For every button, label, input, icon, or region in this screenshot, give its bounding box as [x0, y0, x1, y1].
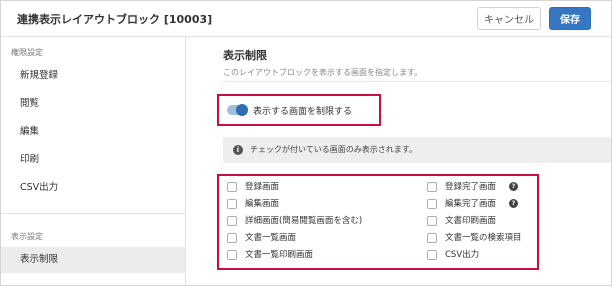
toggle-knob: [236, 104, 248, 116]
checkbox-box[interactable]: [227, 199, 237, 209]
info-banner: i チェックが付いている画面のみ表示されます。: [223, 137, 611, 163]
sidebar-item-new-registration[interactable]: 新規登録: [1, 63, 185, 89]
info-icon: i: [233, 145, 243, 155]
checkbox-label: 登録画面: [245, 182, 280, 192]
sidebar-item-view[interactable]: 閲覧: [1, 91, 185, 117]
checkbox-label: 文書印刷画面: [445, 216, 497, 226]
main-content: 表示制限 このレイアウトブロックを表示する画面を指定します。 表示する画面を制限…: [187, 37, 611, 285]
checkbox-registration-screen[interactable]: 登録画面: [227, 181, 377, 195]
info-message: チェックが付いている画面のみ表示されます。: [250, 145, 417, 154]
checkbox-box[interactable]: [227, 233, 237, 243]
checkbox-document-list-search-items[interactable]: 文書一覧の検索項目: [427, 232, 535, 246]
checkbox-csv-export[interactable]: CSV出力: [427, 249, 535, 263]
checkbox-edit-screen[interactable]: 編集画面: [227, 198, 377, 212]
checkbox-box[interactable]: [427, 250, 437, 260]
checkbox-label: 編集完了画面: [445, 199, 497, 209]
section-description: このレイアウトブロックを表示する画面を指定します。: [223, 68, 423, 77]
checkbox-box[interactable]: [427, 199, 437, 209]
checkbox-label: 詳細画面(簡易閲覧画面を含む): [245, 216, 363, 226]
checkbox-label: 文書一覧画面: [245, 233, 297, 243]
sidebar-item-display-restriction[interactable]: 表示制限: [1, 247, 185, 273]
checkbox-detail-screen[interactable]: 詳細画面(簡易閲覧画面を含む): [227, 215, 377, 229]
help-icon[interactable]: ?: [509, 199, 518, 208]
sidebar-item-csv-export[interactable]: CSV出力: [1, 175, 185, 201]
checkbox-box[interactable]: [427, 233, 437, 243]
checkbox-document-print-screen[interactable]: 文書印刷画面: [427, 215, 535, 229]
checkbox-box[interactable]: [227, 182, 237, 192]
toggle-label: 表示する画面を制限する: [253, 107, 353, 117]
sidebar-section-display: 表示設定: [11, 232, 43, 241]
checkbox-box[interactable]: [427, 216, 437, 226]
sidebar-item-edit[interactable]: 編集: [1, 119, 185, 145]
checkbox-label: CSV出力: [445, 250, 480, 260]
dialog: 連携表示レイアウトブロック [10003] キャンセル 保存 権限設定 新規登録…: [0, 0, 612, 286]
checkbox-box[interactable]: [227, 250, 237, 260]
dialog-title: 連携表示レイアウトブロック [10003]: [17, 13, 213, 26]
checkbox-label: 文書一覧の検索項目: [445, 233, 522, 243]
checkbox-label: 登録完了画面: [445, 182, 497, 192]
sidebar: 権限設定 新規登録 閲覧 編集 印刷 CSV出力 表示設定 表示制限: [1, 37, 186, 285]
dialog-header: 連携表示レイアウトブロック [10003] キャンセル 保存: [1, 1, 611, 37]
checkbox-box[interactable]: [227, 216, 237, 226]
cancel-button[interactable]: キャンセル: [477, 7, 541, 30]
sidebar-section-permissions: 権限設定: [11, 48, 43, 57]
section-divider: [223, 81, 611, 82]
checkbox-document-list-print-screen[interactable]: 文書一覧印刷画面: [227, 249, 377, 263]
section-title: 表示制限: [223, 49, 267, 62]
help-icon[interactable]: ?: [509, 182, 518, 191]
checkbox-label: 編集画面: [245, 199, 280, 209]
sidebar-item-print[interactable]: 印刷: [1, 147, 185, 173]
save-button[interactable]: 保存: [549, 7, 591, 30]
sidebar-divider: [1, 213, 185, 214]
checkbox-label: 文書一覧印刷画面: [245, 250, 314, 260]
restrict-screens-toggle[interactable]: [227, 104, 248, 116]
checkbox-edit-complete-screen[interactable]: 編集完了画面 ?: [427, 198, 535, 212]
checkbox-registration-complete-screen[interactable]: 登録完了画面 ?: [427, 181, 535, 195]
checkbox-document-list-screen[interactable]: 文書一覧画面: [227, 232, 377, 246]
checkbox-box[interactable]: [427, 182, 437, 192]
